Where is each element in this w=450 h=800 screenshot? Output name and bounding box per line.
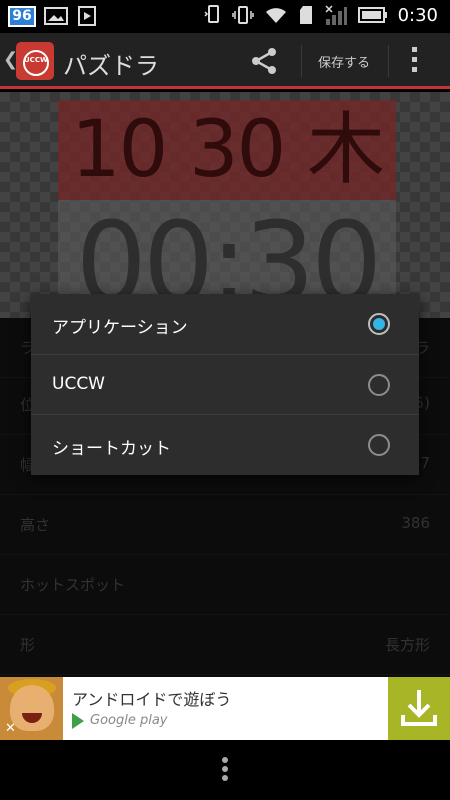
vibrate-icon xyxy=(231,6,254,24)
radio-button[interactable] xyxy=(368,434,390,456)
type-select-dialog: アプリケーション UCCW ショートカット xyxy=(31,294,419,475)
phone-vibrate-icon xyxy=(204,5,219,23)
overflow-icon[interactable] xyxy=(408,47,420,75)
save-button[interactable]: 保存する xyxy=(318,52,370,71)
download-icon xyxy=(401,690,437,726)
google-play-icon xyxy=(72,713,84,729)
status-right: 0:30 xyxy=(204,4,438,26)
image-icon xyxy=(44,7,68,25)
play-store-icon xyxy=(78,6,96,26)
app-icon[interactable]: UCCW xyxy=(16,42,54,80)
ad-title: アンドロイドで遊ぼう xyxy=(72,690,232,709)
ad-close-button[interactable]: ✕ xyxy=(5,721,16,736)
app-icon-label: UCCW xyxy=(24,56,48,64)
option-application[interactable]: アプリケーション xyxy=(31,294,419,354)
menu-icon[interactable] xyxy=(222,757,228,784)
notification-count-badge: 96 xyxy=(8,5,36,27)
navigation-bar xyxy=(0,740,450,800)
option-uccw[interactable]: UCCW xyxy=(31,354,419,414)
action-bar: ❮ UCCW パズドラ 保存する xyxy=(0,33,450,89)
divider xyxy=(388,45,389,77)
download-button[interactable] xyxy=(388,677,450,740)
signal-icon xyxy=(325,5,347,25)
radio-button[interactable] xyxy=(368,374,390,396)
ad-banner[interactable]: ✕ アンドロイドで遊ぼう Google play xyxy=(0,677,450,740)
wifi-icon xyxy=(265,8,286,23)
status-left: 96 xyxy=(8,5,98,27)
option-label: ショートカット xyxy=(52,439,171,459)
option-shortcut[interactable]: ショートカット xyxy=(31,414,419,474)
divider xyxy=(301,45,302,77)
battery-icon xyxy=(357,7,387,23)
sd-card-icon xyxy=(299,6,312,24)
option-label: アプリケーション xyxy=(52,318,188,338)
ad-store-label: Google play xyxy=(90,713,168,728)
option-label: UCCW xyxy=(52,374,105,394)
status-bar: 96 0:30 xyxy=(0,0,450,33)
share-icon[interactable] xyxy=(248,45,280,77)
page-title: パズドラ xyxy=(63,52,159,80)
radio-button-selected[interactable] xyxy=(368,313,390,335)
clock-time: 0:30 xyxy=(397,4,438,26)
